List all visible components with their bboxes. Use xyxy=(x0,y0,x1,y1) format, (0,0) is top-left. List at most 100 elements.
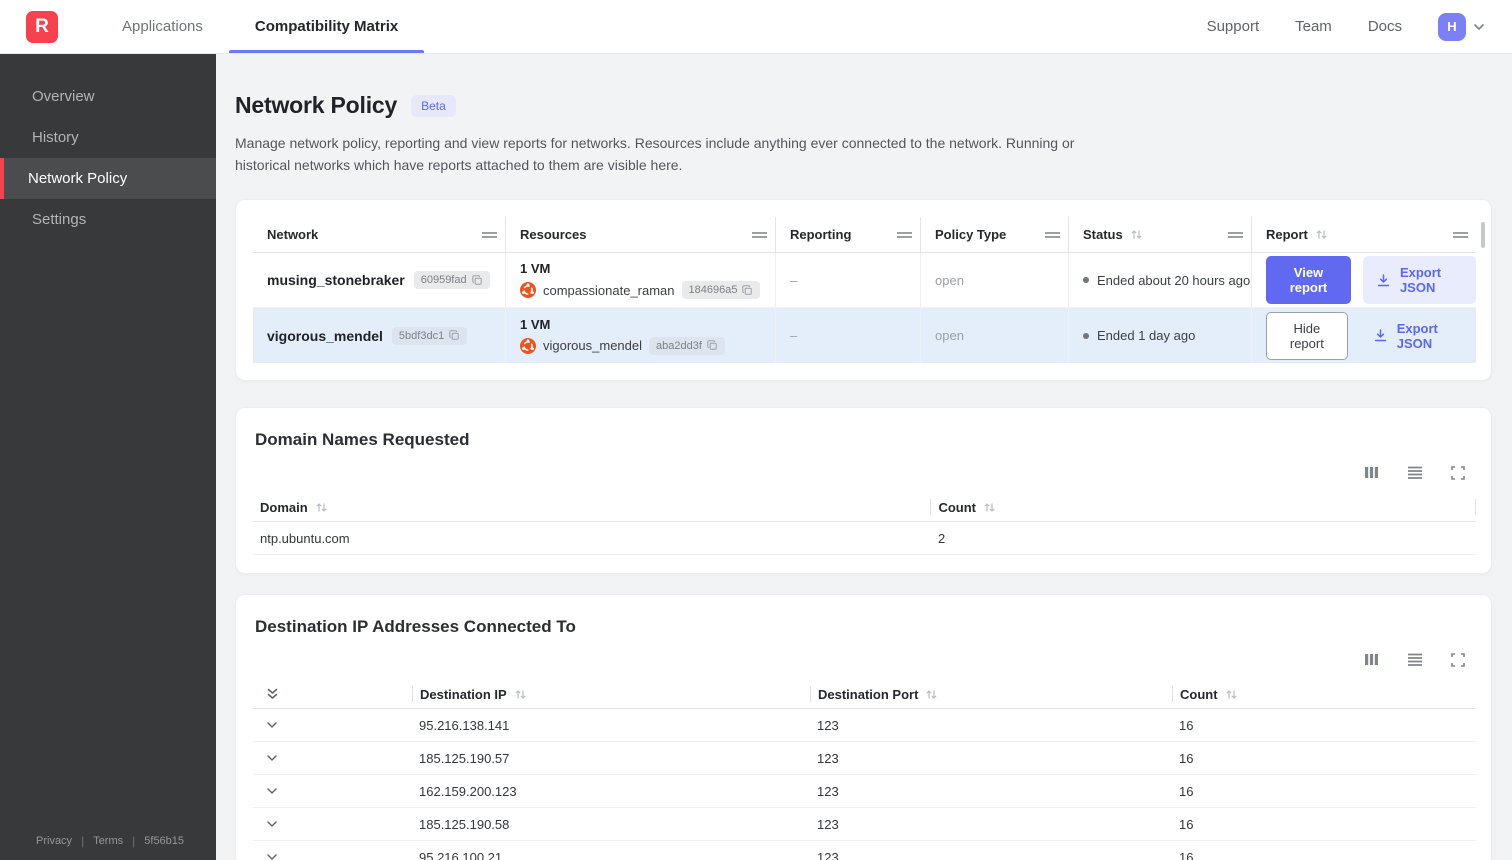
destination-port-value: 123 xyxy=(817,816,839,832)
card-toolbar xyxy=(253,464,1466,481)
ip-row[interactable]: 185.125.190.58 123 16 xyxy=(253,808,1476,842)
column-header-domain[interactable]: Domain xyxy=(253,499,930,515)
column-resize-handle[interactable] xyxy=(1453,231,1468,238)
link-support[interactable]: Support xyxy=(1207,18,1260,35)
vm-count: 1 VM xyxy=(520,316,551,332)
download-icon xyxy=(1376,273,1391,288)
ips-table-header: Destination IP Destination Port Count xyxy=(253,680,1476,710)
sort-icon[interactable] xyxy=(315,501,328,514)
column-header-network[interactable]: Network xyxy=(253,217,506,253)
column-resize-handle[interactable] xyxy=(1045,231,1060,238)
copy-icon[interactable] xyxy=(742,285,753,296)
destination-port-value: 123 xyxy=(817,783,839,799)
sidebar-footer: Privacy | Terms | 5f56b15 xyxy=(0,834,216,860)
sort-icon[interactable] xyxy=(925,688,938,701)
network-row-vigorous-mendel[interactable]: vigorous_mendel 5bdf3dc1 1 VM vigorous_m… xyxy=(253,308,1476,364)
networks-table: Network Resources Reporting Policy Type … xyxy=(253,217,1485,364)
sidebar-item-overview[interactable]: Overview xyxy=(0,76,216,117)
expand-row-icon[interactable] xyxy=(265,784,279,798)
column-header-resources[interactable]: Resources xyxy=(506,217,776,253)
copy-icon[interactable] xyxy=(449,330,460,341)
policy-type-value: open xyxy=(935,328,964,344)
divider: | xyxy=(81,834,85,848)
column-header-report[interactable]: Report xyxy=(1252,217,1476,252)
fullscreen-icon[interactable] xyxy=(1450,652,1466,668)
sidebar-item-network-policy[interactable]: Network Policy xyxy=(0,158,216,199)
sort-icon[interactable] xyxy=(1225,688,1238,701)
avatar[interactable]: H xyxy=(1438,12,1466,41)
tab-applications[interactable]: Applications xyxy=(96,0,229,53)
columns-icon[interactable] xyxy=(1363,464,1380,481)
copy-icon[interactable] xyxy=(707,340,718,351)
network-id-pill: 5bdf3dc1 xyxy=(391,326,468,345)
network-row-musing-stonebraker[interactable]: musing_stonebraker 60959fad 1 VM compass… xyxy=(253,253,1476,309)
destination-ip-value: 185.125.190.57 xyxy=(419,750,510,766)
network-id: 5bdf3dc1 xyxy=(398,329,445,342)
domain-row[interactable]: ntp.ubuntu.com 2 xyxy=(253,522,1476,556)
app-logo[interactable]: R xyxy=(26,10,58,43)
fullscreen-icon[interactable] xyxy=(1450,465,1466,481)
domains-table: Domain Count ntp.ubuntu.com 2 xyxy=(253,493,1476,556)
sidebar-item-settings[interactable]: Settings xyxy=(0,199,216,240)
column-header-count[interactable]: Count xyxy=(930,499,1475,516)
column-label: Policy Type xyxy=(935,227,1007,243)
sort-icon[interactable] xyxy=(1130,228,1143,241)
column-header-reporting[interactable]: Reporting xyxy=(776,217,921,253)
column-resize-handle[interactable] xyxy=(1228,231,1243,238)
status-dot xyxy=(1083,277,1089,284)
view-report-button[interactable]: View report xyxy=(1266,256,1351,305)
column-resize-handle[interactable] xyxy=(482,231,497,238)
column-header-destination-port[interactable]: Destination Port xyxy=(810,686,1172,703)
expand-row-icon[interactable] xyxy=(265,751,279,765)
column-header-policy-type[interactable]: Policy Type xyxy=(921,217,1069,253)
link-team[interactable]: Team xyxy=(1295,18,1332,35)
chevron-down-icon xyxy=(1472,20,1486,34)
destination-ip-value: 95.216.138.141 xyxy=(419,717,510,733)
page-title: Network Policy xyxy=(235,92,398,118)
column-header-count[interactable]: Count xyxy=(1172,686,1476,703)
count-value: 16 xyxy=(1179,849,1194,860)
destination-ip-value: 95.216.100.21 xyxy=(419,849,503,860)
expand-row-icon[interactable] xyxy=(265,718,279,732)
sort-icon[interactable] xyxy=(1315,228,1328,241)
ip-row[interactable]: 185.125.190.57 123 16 xyxy=(253,742,1476,776)
version-label: 5f56b15 xyxy=(144,835,185,847)
link-docs[interactable]: Docs xyxy=(1368,18,1402,35)
column-header-status[interactable]: Status xyxy=(1069,217,1252,253)
column-label: Destination IP xyxy=(420,686,507,702)
row-density-icon[interactable] xyxy=(1406,464,1424,481)
divider xyxy=(1475,499,1476,516)
domain-value: ntp.ubuntu.com xyxy=(260,530,350,546)
terms-link[interactable]: Terms xyxy=(93,835,123,847)
user-menu[interactable]: H xyxy=(1438,12,1486,41)
export-json-button[interactable]: Export JSON xyxy=(1362,256,1476,305)
export-json-button[interactable]: Export JSON xyxy=(1360,312,1476,360)
ubuntu-icon xyxy=(520,337,536,354)
policy-type-value: open xyxy=(935,272,964,288)
sort-icon[interactable] xyxy=(983,501,996,514)
scrollbar-thumb[interactable] xyxy=(1481,222,1485,249)
columns-icon[interactable] xyxy=(1363,651,1380,668)
expand-all-icon[interactable] xyxy=(265,686,280,702)
column-label: Destination Port xyxy=(818,686,919,702)
column-header-destination-ip[interactable]: Destination IP xyxy=(412,686,810,703)
sidebar: Overview History Network Policy Settings… xyxy=(0,54,216,860)
ip-row[interactable]: 95.216.100.21 123 16 xyxy=(253,841,1476,860)
sort-icon[interactable] xyxy=(514,688,527,701)
privacy-link[interactable]: Privacy xyxy=(36,835,72,847)
export-json-label: Export JSON xyxy=(1399,265,1442,296)
topbar-right: Support Team Docs H xyxy=(1207,12,1512,41)
ip-row[interactable]: 162.159.200.123 123 16 xyxy=(253,775,1476,809)
sidebar-item-history[interactable]: History xyxy=(0,117,216,158)
copy-icon[interactable] xyxy=(471,275,483,286)
row-density-icon[interactable] xyxy=(1406,651,1424,668)
expand-row-icon[interactable] xyxy=(265,850,279,860)
column-resize-handle[interactable] xyxy=(897,231,912,238)
hide-report-button[interactable]: Hide report xyxy=(1266,311,1348,360)
column-resize-handle[interactable] xyxy=(752,231,767,238)
ip-row[interactable]: 95.216.138.141 123 16 xyxy=(253,709,1476,743)
expand-row-icon[interactable] xyxy=(265,817,279,831)
destination-port-value: 123 xyxy=(817,750,839,766)
tab-compatibility-matrix[interactable]: Compatibility Matrix xyxy=(228,0,425,53)
destination-ip-value: 162.159.200.123 xyxy=(419,783,517,799)
